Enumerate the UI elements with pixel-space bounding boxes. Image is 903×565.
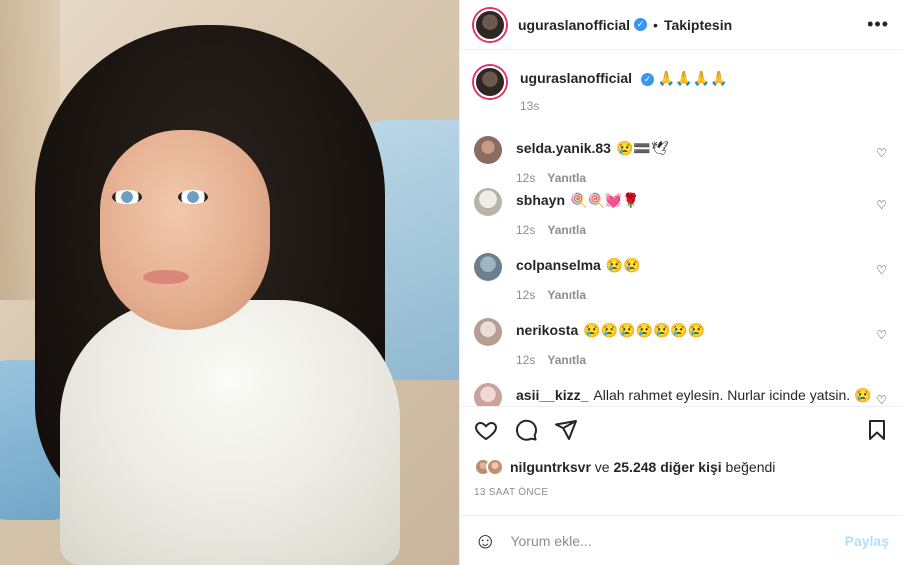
- list-item: asii__kizz_ Allah rahmet eylesin. Nurlar …: [474, 383, 889, 406]
- avatar[interactable]: [474, 318, 502, 346]
- verified-badge-icon: ✓: [634, 18, 648, 31]
- comment-username[interactable]: asii__kizz_: [516, 387, 588, 403]
- liker-avatar[interactable]: [486, 458, 504, 476]
- comment-username[interactable]: selda.yanik.83: [516, 140, 611, 156]
- photo-eye-left: [112, 190, 142, 204]
- avatar[interactable]: [474, 383, 502, 406]
- comment-text: 😢😢😢😢😢😢😢: [583, 322, 706, 338]
- comment-username[interactable]: colpanselma: [516, 257, 601, 273]
- verified-badge-icon: ✓: [641, 72, 655, 86]
- comment-text: Allah rahmet eylesin. Nurlar icinde yats…: [593, 387, 872, 403]
- comment-username[interactable]: sbhayn: [516, 192, 565, 208]
- like-comment-heart-icon[interactable]: ♡: [876, 263, 887, 277]
- caption-username[interactable]: uguraslanofficial: [520, 70, 632, 86]
- avatar[interactable]: [474, 8, 506, 41]
- photo-face: [100, 130, 270, 330]
- avatar[interactable]: [474, 188, 502, 216]
- like-comment-heart-icon[interactable]: ♡: [876, 328, 887, 342]
- comment-bubble-icon[interactable]: [514, 418, 538, 442]
- caption-time[interactable]: 13s: [520, 99, 539, 113]
- list-item: nerikosta 😢😢😢😢😢😢😢 12s Yanıtla ♡: [474, 318, 889, 383]
- post-header: uguraslanofficial ✓ • Takiptesin •••: [460, 0, 903, 50]
- post-comment-button[interactable]: Paylaş: [845, 533, 889, 549]
- like-comment-heart-icon[interactable]: ♡: [876, 393, 887, 406]
- header-username[interactable]: uguraslanofficial: [518, 17, 630, 33]
- follow-status[interactable]: Takiptesin: [664, 17, 732, 33]
- avatar[interactable]: [474, 136, 502, 164]
- reply-button[interactable]: Yanıtla: [547, 223, 586, 237]
- list-item: sbhayn 🍭🍭💓🌹 12s Yanıtla ♡: [474, 188, 889, 253]
- comment-input[interactable]: [510, 532, 845, 549]
- photo-lips: [143, 270, 189, 284]
- list-item: colpanselma 😢😢 12s Yanıtla ♡: [474, 253, 889, 318]
- caption: uguraslanofficial ✓ 🙏🙏🙏🙏 13s: [474, 66, 889, 122]
- comment-text: 😢🟰🕊: [615, 140, 669, 156]
- post-timestamp[interactable]: 13 SAAT ÖNCE: [460, 481, 903, 507]
- share-paper-plane-icon[interactable]: [554, 418, 578, 442]
- liker-username[interactable]: nilguntrksvr: [510, 459, 591, 475]
- caption-text: 🙏🙏🙏🙏: [657, 70, 728, 86]
- post-actions: [460, 407, 903, 453]
- avatar[interactable]: [474, 66, 506, 98]
- avatar[interactable]: [474, 253, 502, 281]
- likes-connector: ve: [590, 459, 614, 475]
- like-comment-heart-icon[interactable]: ♡: [876, 198, 887, 212]
- photo-blouse: [60, 300, 400, 565]
- post-photo[interactable]: [0, 0, 459, 565]
- likes-count[interactable]: 25.248 diğer kişi: [613, 459, 721, 475]
- separator-dot: •: [653, 16, 658, 33]
- add-comment-bar: ☺ Paylaş: [460, 515, 903, 565]
- comment-time[interactable]: 12s: [516, 223, 535, 237]
- reply-button[interactable]: Yanıtla: [547, 353, 586, 367]
- like-heart-icon[interactable]: [474, 418, 498, 442]
- comment-username[interactable]: nerikosta: [516, 322, 578, 338]
- comments-list: uguraslanofficial ✓ 🙏🙏🙏🙏 13s selda.yanik.…: [460, 50, 903, 407]
- comment-time[interactable]: 12s: [516, 171, 535, 185]
- comment-text: 😢😢: [605, 257, 641, 273]
- like-comment-heart-icon[interactable]: ♡: [876, 146, 887, 160]
- save-bookmark-icon[interactable]: [865, 418, 889, 442]
- more-options-icon[interactable]: •••: [867, 14, 889, 35]
- post-side-panel: uguraslanofficial ✓ • Takiptesin ••• ugu…: [459, 0, 903, 565]
- likes-summary: nilguntrksvr ve 25.248 diğer kişi beğend…: [460, 453, 903, 481]
- comment-text: 🍭🍭💓🌹: [570, 192, 640, 208]
- instagram-post-view: uguraslanofficial ✓ • Takiptesin ••• ugu…: [0, 0, 903, 565]
- reply-button[interactable]: Yanıtla: [547, 288, 586, 302]
- photo-eye-right: [178, 190, 208, 204]
- comment-time[interactable]: 12s: [516, 353, 535, 367]
- reply-button[interactable]: Yanıtla: [547, 171, 586, 185]
- emoji-smile-icon[interactable]: ☺: [474, 528, 496, 554]
- likes-suffix: beğendi: [721, 459, 776, 475]
- list-item: selda.yanik.83 😢🟰🕊 12s Yanıtla ♡: [474, 136, 889, 188]
- comment-time[interactable]: 12s: [516, 288, 535, 302]
